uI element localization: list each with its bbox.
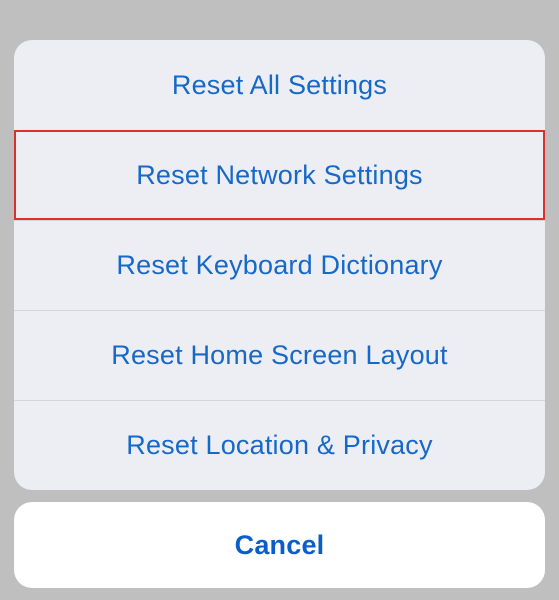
cancel-group: Cancel: [14, 502, 545, 588]
option-reset-home-screen-layout[interactable]: Reset Home Screen Layout: [14, 310, 545, 400]
cancel-button[interactable]: Cancel: [14, 502, 545, 588]
option-label: Reset Keyboard Dictionary: [116, 250, 442, 281]
option-reset-network-settings[interactable]: Reset Network Settings: [14, 130, 545, 220]
action-sheet-options: Reset All Settings Reset Network Setting…: [14, 40, 545, 490]
action-sheet: Reset All Settings Reset Network Setting…: [14, 40, 545, 588]
option-label: Reset Network Settings: [136, 160, 423, 191]
option-reset-all-settings[interactable]: Reset All Settings: [14, 40, 545, 130]
option-label: Reset Location & Privacy: [126, 430, 432, 461]
option-reset-keyboard-dictionary[interactable]: Reset Keyboard Dictionary: [14, 220, 545, 310]
option-label: Reset All Settings: [172, 70, 387, 101]
option-reset-location-privacy[interactable]: Reset Location & Privacy: [14, 400, 545, 490]
option-label: Reset Home Screen Layout: [111, 340, 447, 371]
cancel-label: Cancel: [235, 530, 325, 561]
